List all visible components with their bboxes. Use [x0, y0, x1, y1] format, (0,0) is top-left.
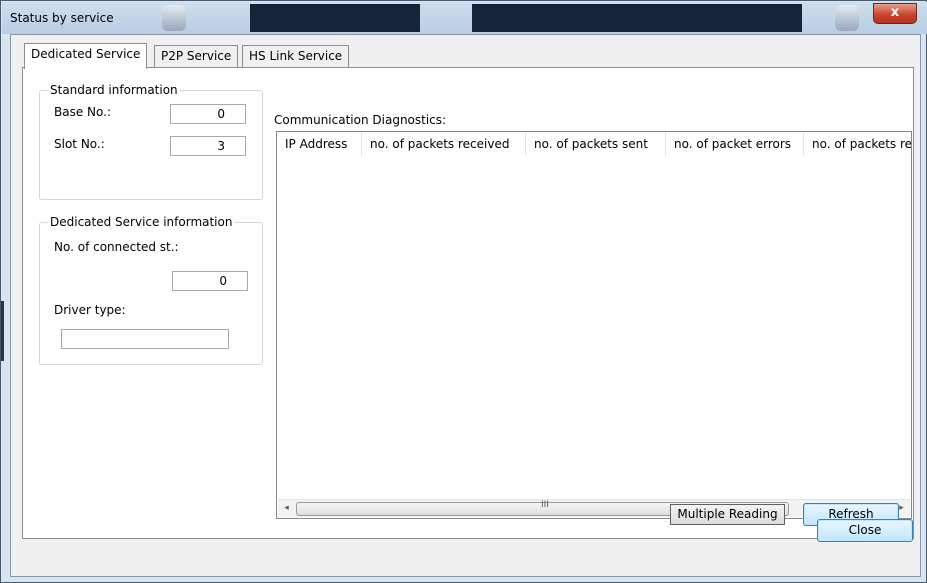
connected-stations-field[interactable]: 0	[172, 271, 248, 291]
window-title: Status by service	[10, 11, 114, 25]
dialog-window: Status by service x Dedicated Service P2…	[0, 0, 927, 583]
connected-stations-label: No. of connected st.:	[54, 240, 179, 254]
background-window-icon	[162, 5, 186, 31]
standard-info-group: Standard information Base No.: 0 Slot No…	[39, 83, 263, 200]
background-window-strip	[250, 4, 420, 32]
grip-icon: III	[541, 500, 549, 510]
column-ip-address[interactable]: IP Address	[277, 132, 362, 156]
window-close-icon[interactable]: x	[873, 3, 917, 24]
frame-edge	[1, 301, 4, 361]
close-button[interactable]: Close	[817, 519, 913, 542]
standard-info-title: Standard information	[48, 83, 180, 97]
column-packets-sent[interactable]: no. of packets sent	[526, 132, 666, 156]
left-arrow-icon[interactable]: ◂	[278, 500, 295, 517]
column-packets-received[interactable]: no. of packets received	[362, 132, 526, 156]
tab-p2p-service[interactable]: P2P Service	[154, 45, 239, 68]
base-no-label: Base No.:	[54, 105, 111, 119]
slot-no-field[interactable]: 3	[170, 136, 246, 156]
column-packet-errors[interactable]: no. of packet errors	[666, 132, 804, 156]
background-window-strip	[472, 4, 802, 32]
dialog-client-area: Dedicated Service P2P Service HS Link Se…	[10, 34, 921, 577]
list-header: IP Address no. of packets received no. o…	[277, 132, 911, 156]
multiple-reading-button[interactable]: Multiple Reading	[670, 504, 785, 525]
tab-panel: Standard information Base No.: 0 Slot No…	[22, 67, 914, 539]
base-no-field[interactable]: 0	[170, 104, 246, 124]
column-packets-re[interactable]: no. of packets re	[804, 132, 911, 156]
dedicated-info-group: Dedicated Service information No. of con…	[39, 215, 263, 365]
dedicated-info-title: Dedicated Service information	[48, 215, 235, 229]
background-window-icon	[835, 5, 859, 31]
slot-no-label: Slot No.:	[54, 137, 105, 151]
driver-type-field[interactable]	[61, 329, 229, 349]
diagnostics-label: Communication Diagnostics:	[274, 113, 447, 127]
driver-type-label: Driver type:	[54, 303, 126, 317]
tab-hs-link-service[interactable]: HS Link Service	[242, 45, 350, 68]
diagnostics-list[interactable]: IP Address no. of packets received no. o…	[276, 131, 912, 519]
tab-dedicated-service[interactable]: Dedicated Service	[24, 43, 148, 69]
title-bar[interactable]: Status by service x	[2, 2, 927, 34]
